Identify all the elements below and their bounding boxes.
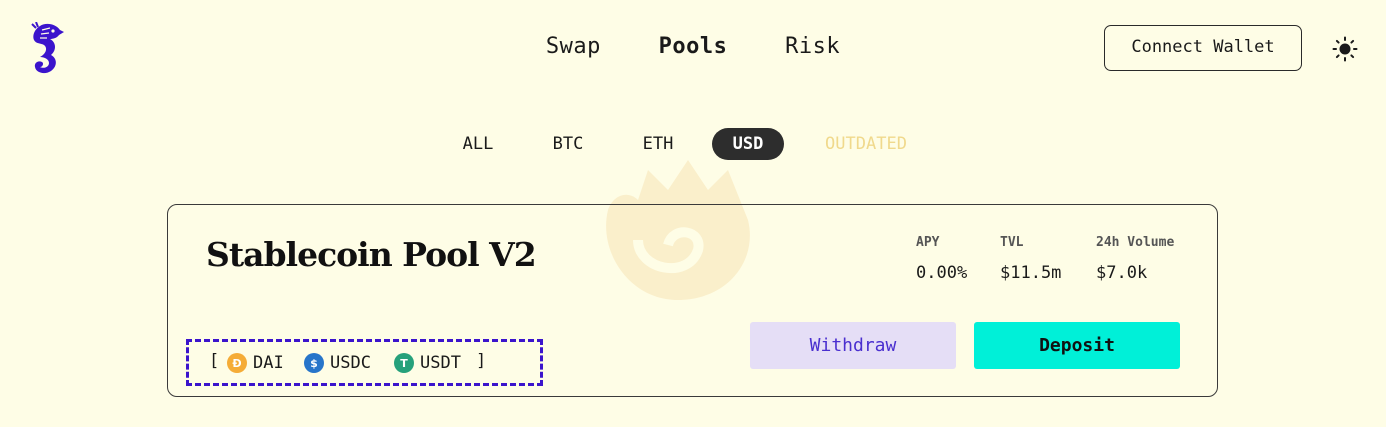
token-list-open-bracket: [ [209, 351, 220, 371]
nav-swap[interactable]: Swap [546, 34, 601, 59]
nav-pools[interactable]: Pools [659, 34, 728, 59]
token-symbol: USDT [420, 353, 461, 373]
usdc-icon: $ [304, 353, 324, 373]
usdt-icon: T [394, 353, 414, 373]
pool-token-list: [ Ð DAI $ USDC T USDT ] [186, 339, 543, 386]
deposit-button[interactable]: Deposit [974, 322, 1180, 369]
stat-value: $11.5m [1000, 263, 1062, 283]
stat-label: 24h Volume [1096, 235, 1175, 250]
token-usdt[interactable]: T USDT [394, 351, 461, 375]
token-list-close-bracket: ] [476, 351, 487, 371]
token-usdc[interactable]: $ USDC [304, 351, 371, 375]
dai-icon: Ð [227, 353, 247, 373]
stat-24h-volume: 24h Volume $7.0k [1096, 235, 1174, 283]
pool-card[interactable]: Stablecoin Pool V2 APY 0.00% TVL $11.5m … [167, 204, 1218, 397]
token-symbol: USDC [330, 353, 371, 373]
sun-icon[interactable] [1332, 36, 1358, 62]
token-dai[interactable]: Ð DAI [227, 351, 284, 375]
pool-title: Stablecoin Pool V2 [206, 235, 537, 274]
filter-outdated[interactable]: OUTDATED [802, 128, 930, 160]
connect-wallet-button[interactable]: Connect Wallet [1104, 25, 1302, 71]
stat-label: APY [916, 235, 940, 250]
stat-value: $7.0k [1096, 263, 1148, 283]
stat-apy: APY 0.00% [916, 235, 967, 283]
stat-tvl: TVL $11.5m [1000, 235, 1061, 283]
token-symbol: DAI [253, 353, 284, 373]
withdraw-button[interactable]: Withdraw [750, 322, 956, 369]
stat-label: TVL [1000, 235, 1024, 250]
stat-value: 0.00% [916, 263, 968, 283]
nav-risk[interactable]: Risk [785, 34, 840, 59]
filter-all[interactable]: ALL [442, 128, 514, 160]
